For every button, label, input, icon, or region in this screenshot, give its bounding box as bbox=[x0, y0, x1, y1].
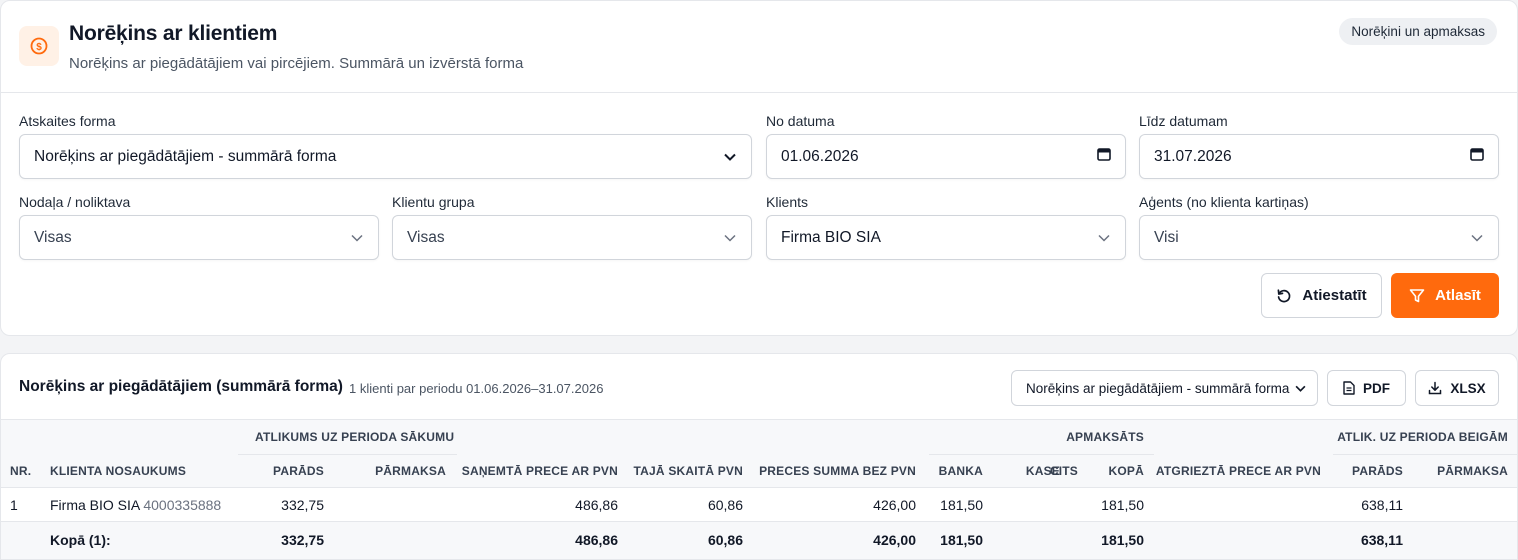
col-net: PRECES SUMMA BEZ PVN bbox=[759, 464, 916, 478]
date-to-input[interactable]: 31.07.2026 bbox=[1139, 134, 1499, 179]
download-icon bbox=[1429, 381, 1442, 395]
section-badge: Norēķini un apmaksas bbox=[1339, 18, 1497, 45]
col-vat: TAJĀ SKAITĀ PVN bbox=[633, 464, 743, 478]
col-close-debt: PARĀDS bbox=[1352, 464, 1403, 478]
cell-nr: 1 bbox=[10, 497, 18, 513]
report-form-select[interactable]: Norēķins ar piegādātājiem - summārā form… bbox=[19, 134, 752, 179]
chevron-down-icon bbox=[350, 231, 364, 245]
cell-total: 181,50 bbox=[1101, 497, 1144, 513]
group-header-closing: ATLIK. UZ PERIODA BEIGĀM bbox=[1337, 430, 1508, 444]
client-name: Firma BIO SIA bbox=[50, 497, 140, 513]
group-divider bbox=[1333, 454, 1517, 455]
cell-client: Firma BIO SIA 4000335888 bbox=[50, 497, 221, 513]
col-bank: BANKA bbox=[938, 464, 983, 478]
col-close-overpay: PĀRMAKSA bbox=[1437, 464, 1508, 478]
report-form-label: Atskaites forma bbox=[19, 113, 116, 129]
table-row[interactable]: 1 Firma BIO SIA 4000335888 332,75 486,86… bbox=[1, 488, 1517, 522]
chevron-down-icon bbox=[1293, 381, 1307, 395]
group-divider bbox=[238, 454, 457, 455]
client-select[interactable]: Firma BIO SIA bbox=[766, 215, 1126, 260]
results-title: Norēķins ar piegādātājiem (summārā forma… bbox=[19, 378, 343, 395]
col-client-name: KLIENTA NOSAUKUMS bbox=[50, 464, 187, 478]
department-select[interactable]: Visas bbox=[19, 215, 379, 260]
col-open-debt: PARĀDS bbox=[273, 464, 324, 478]
col-open-overpay: PĀRMAKSA bbox=[375, 464, 446, 478]
department-label: Nodaļa / noliktava bbox=[19, 194, 131, 210]
cell-vat: 60,86 bbox=[707, 497, 743, 513]
date-from-input[interactable]: 01.06.2026 bbox=[766, 134, 1126, 179]
col-other: CITS bbox=[1049, 464, 1078, 478]
results-card: Norēķins ar piegādātājiem (summārā forma… bbox=[0, 353, 1518, 560]
document-icon bbox=[1343, 381, 1355, 395]
header-divider bbox=[1, 92, 1517, 93]
cell-close-debt: 638,11 bbox=[1361, 497, 1403, 513]
cell-open-debt: 332,75 bbox=[281, 497, 324, 513]
col-received: SAŅEMTĀ PRECE AR PVN bbox=[461, 464, 618, 478]
cell-net: 426,00 bbox=[873, 497, 916, 513]
filter-icon bbox=[1409, 288, 1425, 302]
chevron-down-icon bbox=[723, 150, 737, 164]
total-bank: 181,50 bbox=[940, 532, 983, 548]
page-title: Norēķins ar klientiem bbox=[69, 22, 278, 45]
client-group-label: Klientu grupa bbox=[392, 194, 475, 210]
client-label: Klients bbox=[766, 194, 809, 210]
refresh-icon bbox=[1277, 288, 1291, 302]
client-group-select[interactable]: Visas bbox=[392, 215, 752, 260]
client-code: 4000335888 bbox=[143, 497, 222, 513]
total-close-debt: 638,11 bbox=[1360, 532, 1403, 548]
agent-select[interactable]: Visi bbox=[1139, 215, 1499, 260]
total-open-debt: 332,75 bbox=[281, 532, 324, 548]
pdf-button[interactable]: PDF bbox=[1327, 370, 1406, 406]
group-header-opening: ATLIKUMS UZ PERIODA SĀKUMU bbox=[255, 430, 455, 444]
xlsx-button[interactable]: XLSX bbox=[1415, 370, 1499, 406]
date-from-label: No datuma bbox=[766, 113, 835, 129]
table-header: ATLIKUMS UZ PERIODA SĀKUMU APMAKSĀTS ATL… bbox=[1, 419, 1517, 488]
total-received: 486,86 bbox=[575, 532, 618, 548]
filter-card: $ Norēķins ar klientiem Norēķins ar pieg… bbox=[0, 0, 1518, 336]
col-total: KOPĀ bbox=[1108, 464, 1144, 478]
col-nr: NR. bbox=[10, 464, 32, 478]
results-subtitle: 1 klienti par periodu 01.06.2026–31.07.2… bbox=[349, 381, 604, 396]
svg-text:$: $ bbox=[36, 42, 42, 53]
calendar-icon[interactable] bbox=[1470, 147, 1484, 166]
totals-label: Kopā (1): bbox=[50, 532, 111, 548]
agent-label: Aģents (no klienta kartiņas) bbox=[1139, 194, 1309, 210]
cell-bank: 181,50 bbox=[940, 497, 983, 513]
total-paid: 181,50 bbox=[1101, 532, 1144, 548]
page-subtitle: Norēķins ar piegādātājiem vai pircējiem.… bbox=[69, 55, 524, 72]
table-totals-row: Kopā (1): 332,75 486,86 60,86 426,00 181… bbox=[1, 522, 1517, 559]
calendar-icon[interactable] bbox=[1097, 147, 1111, 166]
total-net: 426,00 bbox=[873, 532, 916, 548]
date-to-label: Līdz datumam bbox=[1139, 113, 1228, 129]
group-header-paid: APMAKSĀTS bbox=[1066, 430, 1144, 444]
chevron-down-icon bbox=[723, 231, 737, 245]
reset-button[interactable]: Atiestatīt bbox=[1261, 273, 1382, 318]
col-returned: ATGRIEZTĀ PRECE AR PVN bbox=[1155, 464, 1321, 478]
cell-received: 486,86 bbox=[575, 497, 618, 513]
total-vat: 60,86 bbox=[707, 532, 743, 548]
group-divider bbox=[929, 454, 1154, 455]
apply-button[interactable]: Atlasīt bbox=[1391, 273, 1499, 318]
chevron-down-icon bbox=[1097, 231, 1111, 245]
chevron-down-icon bbox=[1470, 231, 1484, 245]
dollar-coin-icon: $ bbox=[19, 26, 59, 66]
results-form-select[interactable]: Norēķins ar piegādātājiem - summārā form… bbox=[1011, 370, 1318, 406]
